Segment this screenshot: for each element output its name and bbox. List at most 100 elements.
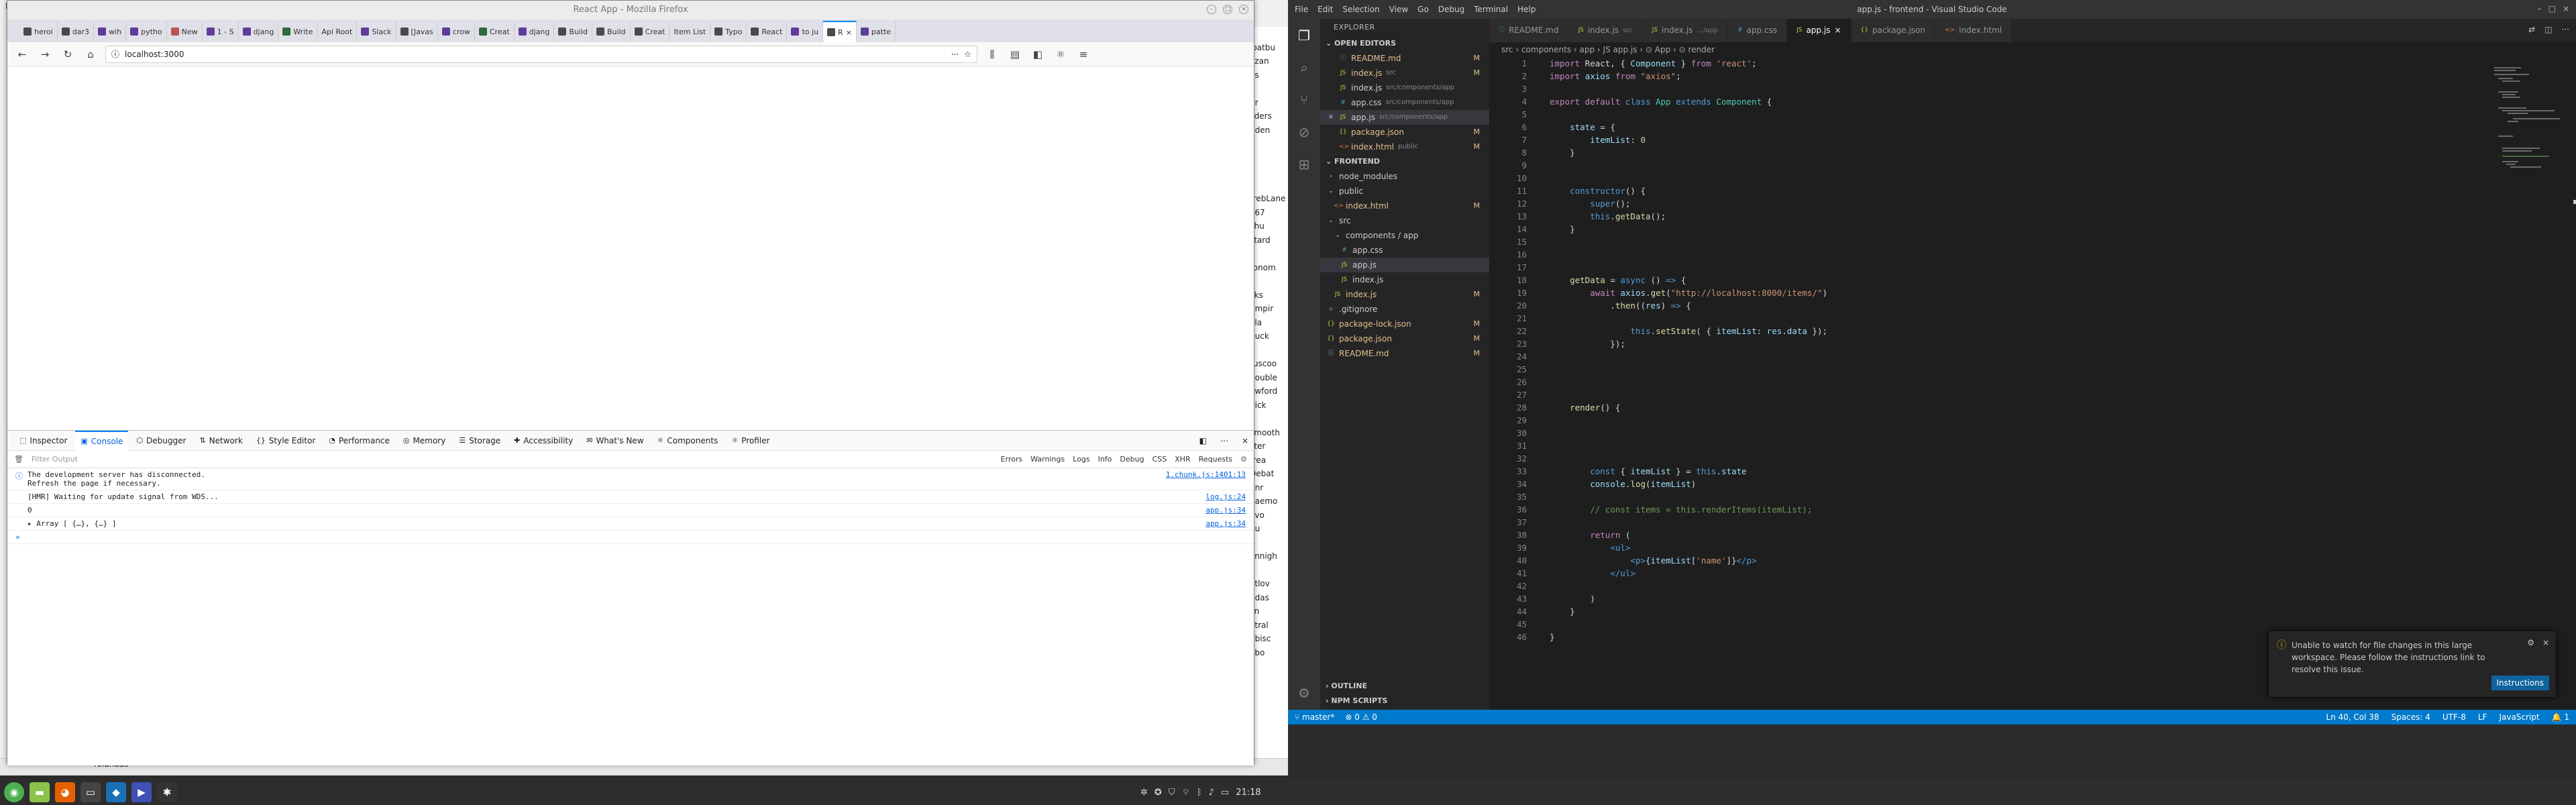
log-level-errors[interactable]: Errors [1001, 455, 1023, 464]
search-icon[interactable]: ⌕ [1295, 59, 1313, 76]
url-text[interactable]: localhost:3000 [125, 50, 946, 59]
browser-tab[interactable]: Typo [710, 21, 747, 42]
eol-status[interactable]: LF [2478, 712, 2487, 722]
browser-tab[interactable]: Item List [669, 21, 711, 42]
more-actions-icon[interactable]: ··· [2562, 25, 2569, 34]
code-editor[interactable]: 1 import React, { Component } from 'react… [1489, 57, 2482, 701]
browser-tab[interactable]: 1 - S [203, 21, 239, 42]
notification-settings-icon[interactable]: ⚙ [2527, 638, 2534, 647]
back-icon[interactable]: ← [14, 46, 30, 62]
browser-tab[interactable]: wih [94, 21, 127, 42]
file-tree-item[interactable]: ⌄ components / app [1320, 228, 1489, 243]
vscode-menu-item[interactable]: View [1389, 5, 1408, 14]
npm-scripts-header[interactable]: › NPM SCRIPTS [1320, 694, 1489, 708]
vscode-menu-item[interactable]: Debug [1438, 5, 1464, 14]
browser-tab[interactable]: Build [592, 21, 631, 42]
forward-icon[interactable]: → [37, 46, 53, 62]
vscode-menu-item[interactable]: File [1295, 5, 1308, 14]
devtools-tab-performance[interactable]: ◔ Performance [323, 431, 395, 451]
breadcrumb[interactable]: src › components › app › JS app.js › ⊙ A… [1489, 42, 2576, 57]
outline-header[interactable]: › OUTLINE [1320, 679, 1489, 694]
clock[interactable]: 21:18 [1236, 788, 1260, 798]
editor-tab[interactable]: <> index.html [1935, 19, 2012, 42]
notifications-status[interactable]: 🔔 1 [2552, 712, 2569, 722]
devtools-tab-debugger[interactable]: ⬡ Debugger [131, 431, 191, 451]
file-tree-item[interactable]: JS app.js [1320, 258, 1489, 272]
minimize-icon[interactable]: – [1207, 5, 1216, 14]
browser-tab[interactable]: crow [438, 21, 475, 42]
notification-close-icon[interactable]: × [2542, 638, 2549, 647]
library-icon[interactable]: ⫼ [984, 46, 1000, 62]
vscode-menu-item[interactable]: Terminal [1474, 5, 1508, 14]
editor-tab[interactable]: ⓘ README.md [1489, 19, 1569, 42]
firefox-taskbar-icon[interactable]: ◕ [55, 782, 75, 802]
minimap[interactable] [2493, 66, 2567, 200]
browser-tab[interactable]: patte [857, 21, 896, 42]
editor-tab[interactable]: # app.css [1728, 19, 1788, 42]
menu-icon[interactable]: ≡ [1075, 46, 1091, 62]
file-tree-item[interactable]: ◆ .gitignore [1320, 302, 1489, 317]
devtools-tab-profiler[interactable]: ⚛ Profiler [726, 431, 775, 451]
terminal-taskbar-icon[interactable]: ▭ [80, 782, 101, 802]
explorer-icon[interactable]: ❐ [1295, 27, 1313, 44]
extensions-icon[interactable]: ⊞ [1295, 156, 1313, 173]
trash-icon[interactable]: 🗑 [14, 455, 23, 464]
browser-tab[interactable]: Slack [357, 21, 396, 42]
devtools-close-icon[interactable]: × [1236, 431, 1254, 451]
console-source-link[interactable]: log.js:24 [1197, 492, 1246, 501]
open-editor-item[interactable]: ⓘ README.md M [1320, 51, 1489, 66]
reload-icon[interactable]: ↻ [60, 46, 76, 62]
open-editor-item[interactable]: # app.css src/components/app [1320, 95, 1489, 110]
console-source-link[interactable]: app.js:34 [1197, 519, 1246, 528]
file-tree-item[interactable]: ⌄ public [1320, 184, 1489, 199]
split-editor-icon[interactable]: ◫ [2544, 25, 2552, 34]
browser-tab[interactable]: React [747, 21, 788, 42]
overflow-icon[interactable]: ⋯ [1215, 431, 1234, 451]
url-bar[interactable]: ⓘ localhost:3000 ··· ☆ [105, 45, 977, 63]
file-tree-item[interactable]: ⓘ README.md M [1320, 346, 1489, 361]
maximize-icon[interactable]: □ [2548, 4, 2556, 13]
tab-close-icon[interactable]: × [846, 28, 852, 37]
file-tree-item[interactable]: # app.css [1320, 243, 1489, 258]
browser-tab[interactable]: djang [515, 21, 555, 42]
file-tree-item[interactable]: JS index.js [1320, 272, 1489, 287]
scrollbar-thumb[interactable] [2573, 200, 2576, 204]
devtools-tab-storage[interactable]: ☰ Storage [453, 431, 506, 451]
console-message-text[interactable]: ▸ Array [ {…}, {…} ] [28, 519, 1197, 528]
devtools-tab-accessibility[interactable]: ✚ Accessibility [508, 431, 578, 451]
console-prompt[interactable]: » [7, 531, 1254, 544]
vscode-taskbar-icon[interactable]: ◆ [106, 782, 126, 802]
cursor-position[interactable]: Ln 40, Col 38 [2326, 712, 2379, 722]
open-editors-header[interactable]: ⌄ OPEN EDITORS [1320, 36, 1489, 51]
file-tree-item[interactable]: <> index.html M [1320, 199, 1489, 213]
debug-icon[interactable]: ⊘ [1295, 123, 1313, 141]
filter-css[interactable]: CSS [1152, 455, 1167, 464]
close-editor-icon[interactable]: × [1327, 110, 1335, 125]
close-icon[interactable]: × [2563, 4, 2569, 13]
browser-tab[interactable]: Api Root [317, 21, 358, 42]
settings-gear-icon[interactable]: ⚙ [1295, 684, 1313, 702]
file-manager-icon[interactable]: ▬ [30, 782, 50, 802]
chat-tray-icon[interactable]: ✪ [1155, 788, 1162, 798]
browser-tab[interactable]: R × [823, 21, 857, 42]
battery-icon[interactable]: ▭ [1221, 788, 1229, 798]
vscode-menu-item[interactable]: Selection [1342, 5, 1379, 14]
dock-icon[interactable]: ◧ [1194, 431, 1212, 451]
media-taskbar-icon[interactable]: ▶ [131, 782, 152, 802]
browser-tab[interactable]: New [167, 21, 203, 42]
page-actions-icon[interactable]: ··· [951, 50, 959, 59]
editor-tab[interactable]: {} package.json [1851, 19, 1935, 42]
project-header[interactable]: ⌄ FRONTEND [1320, 154, 1489, 169]
sidebar-icon[interactable]: ▤ [1007, 46, 1023, 62]
open-editor-item[interactable]: JS index.js src/components/app [1320, 80, 1489, 95]
file-tree-item[interactable]: ⌄ src [1320, 213, 1489, 228]
indentation-status[interactable]: Spaces: 4 [2392, 712, 2430, 722]
bookmark-star-icon[interactable]: ☆ [964, 50, 971, 59]
browser-tab[interactable]: dar3 [58, 21, 95, 42]
devtools-tab-inspector[interactable]: ⬚ Inspector [14, 431, 72, 451]
open-editor-item[interactable]: × JS app.js src/components/app [1320, 110, 1489, 125]
devtools-tab-what-s-new[interactable]: ✉ What's New [581, 431, 649, 451]
vscode-menu-item[interactable]: Go [1417, 5, 1429, 14]
log-level-info[interactable]: Info [1098, 455, 1112, 464]
browser-tab[interactable]: djang [239, 21, 279, 42]
